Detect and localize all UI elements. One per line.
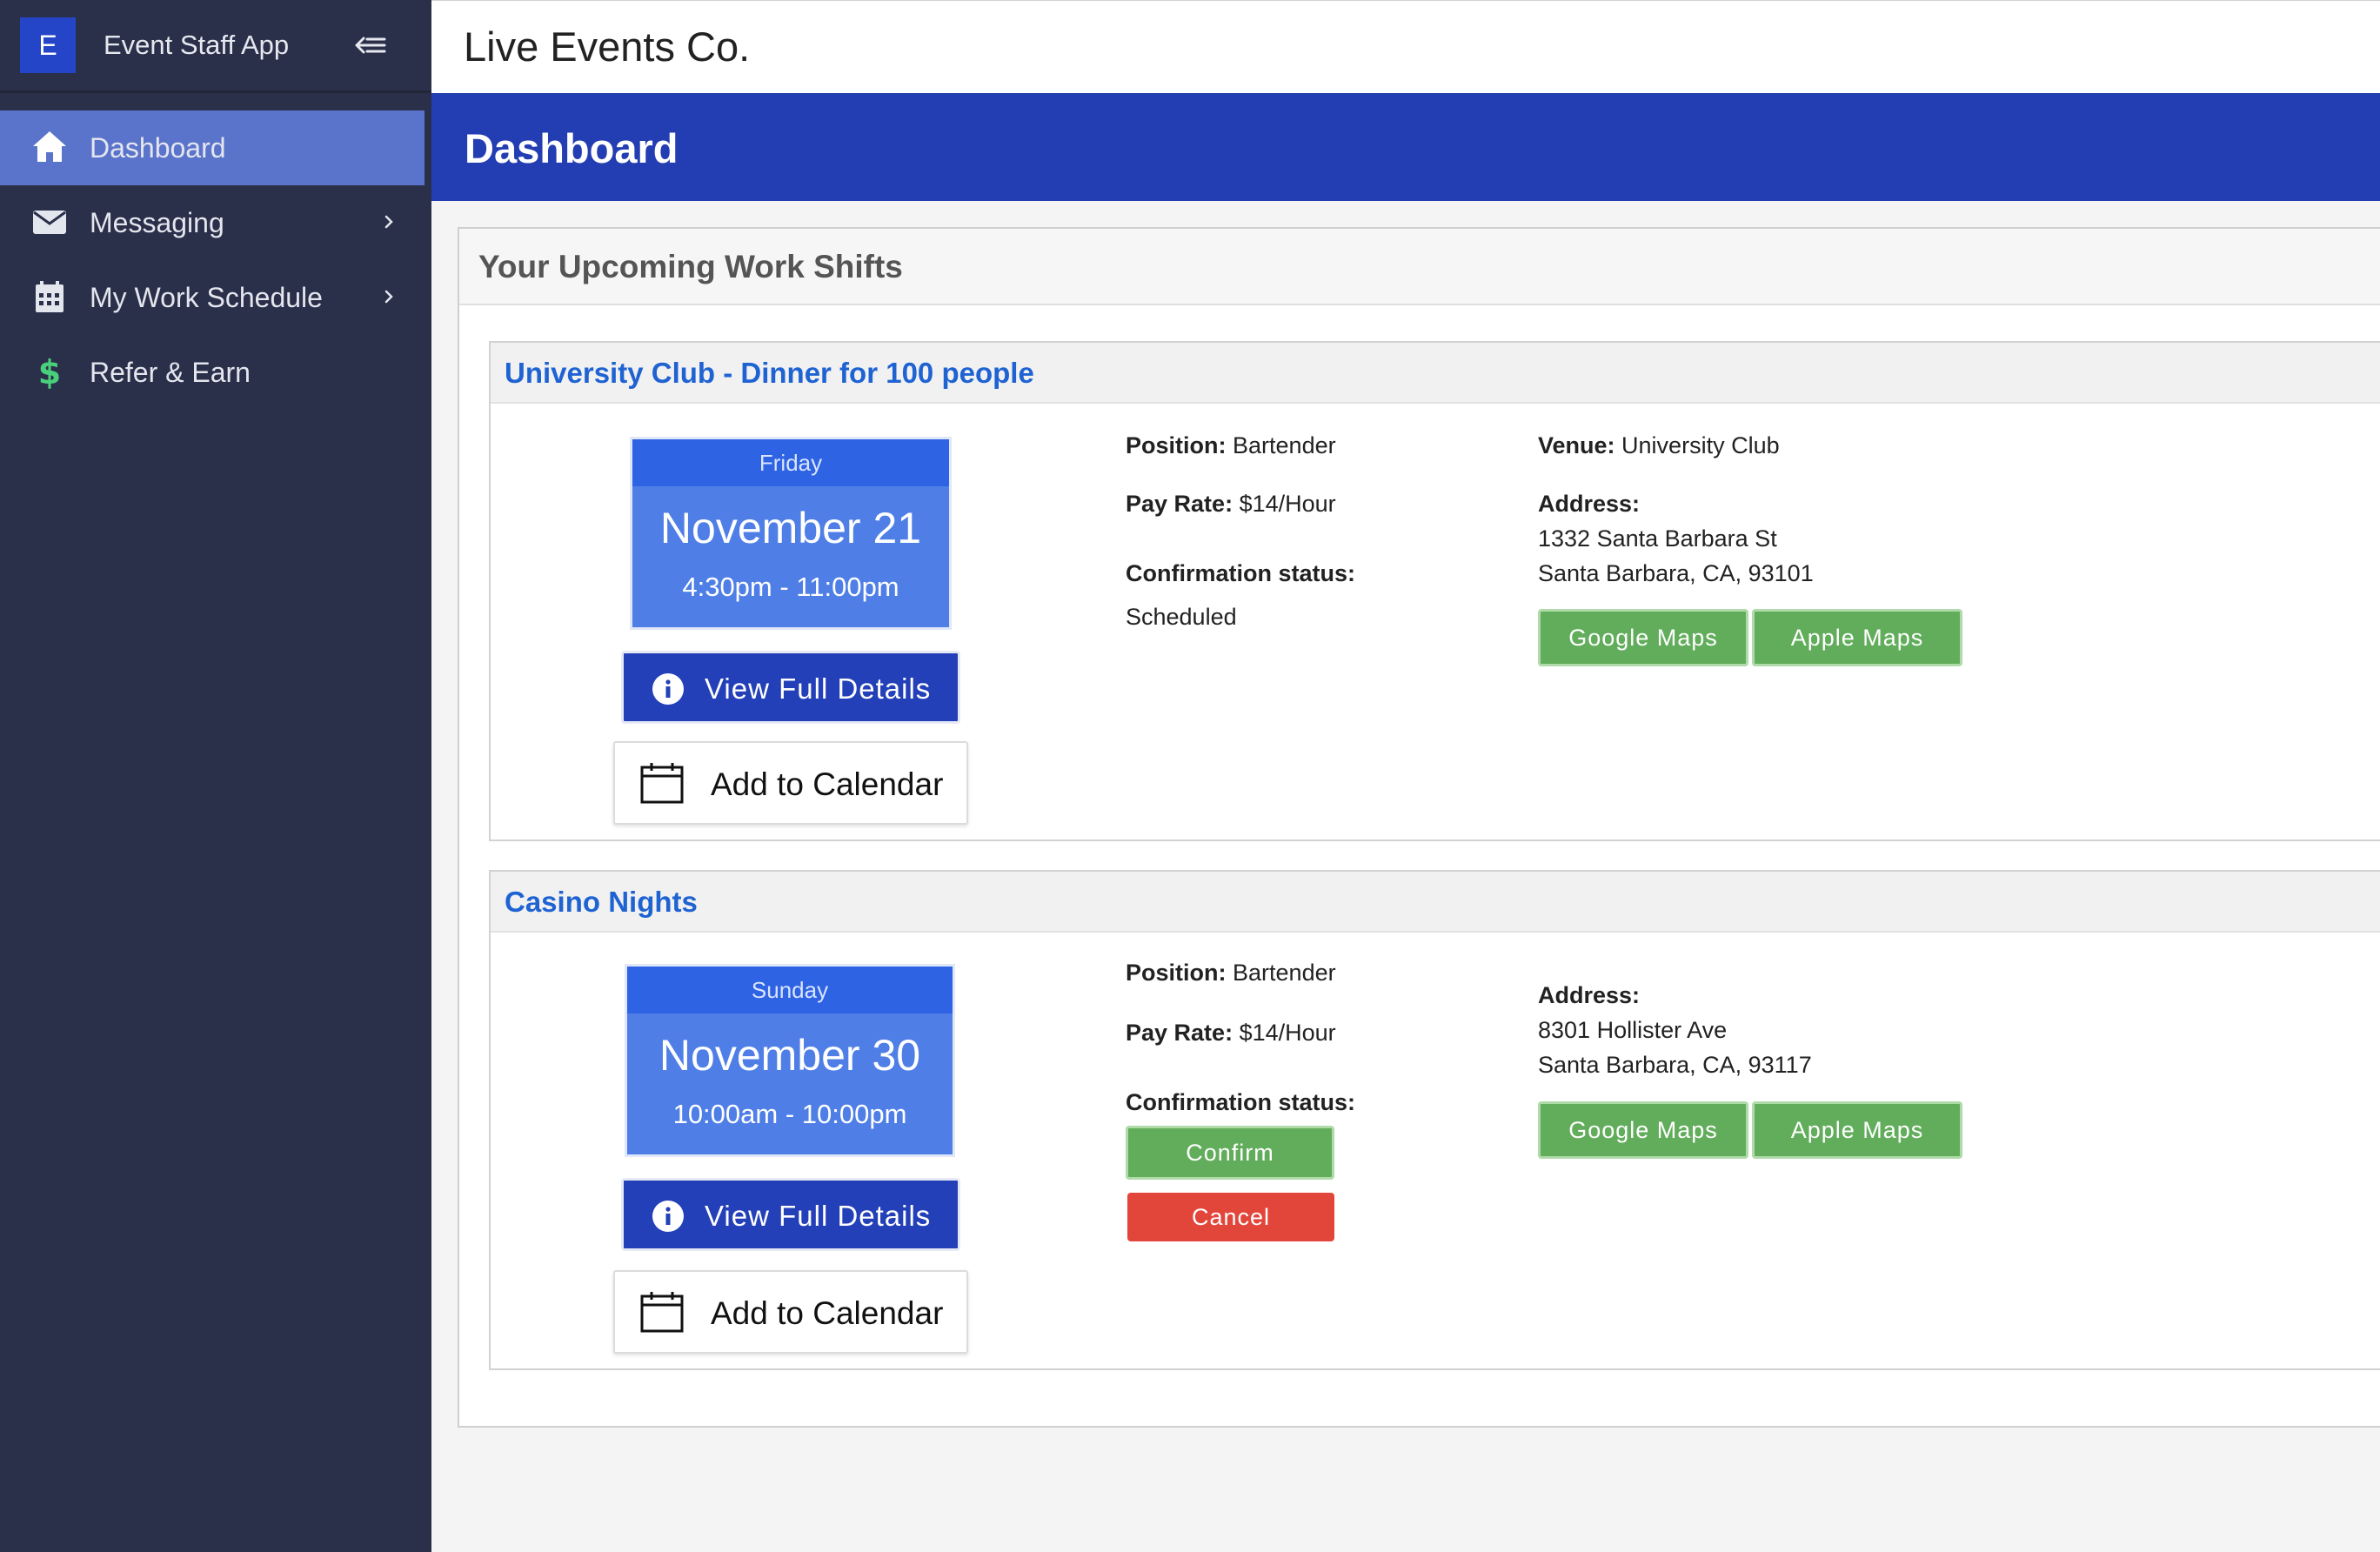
view-full-details-button[interactable]: View Full Details [621,1178,960,1251]
confirmation-status-value: Scheduled [1126,604,1237,630]
position-value: Bartender [1233,432,1336,458]
address-line1: 8301 Hollister Ave [1538,1017,1728,1043]
cancel-button[interactable]: Cancel [1127,1193,1334,1241]
confirmation-status-label: Confirmation status: [1126,558,1355,589]
page-title: Dashboard [465,125,679,171]
shift-title-link[interactable]: University Club - Dinner for 100 people [505,355,1034,391]
venue-field: Venue: University Club [1538,430,1780,461]
collapse-menu-icon[interactable] [353,31,388,59]
pay-rate-value: $14/Hour [1239,491,1336,517]
field-label: Pay Rate: [1126,491,1233,517]
chevron-right-icon [384,290,393,304]
pay-rate-field: Pay Rate: $14/Hour [1126,488,1336,519]
info-icon [652,673,684,705]
svg-text:$: $ [38,353,61,390]
shift-header: Casino Nights [491,872,2380,933]
confirm-button[interactable]: Confirm [1126,1126,1334,1180]
sidebar-item-my-work-schedule[interactable]: My Work Schedule [0,260,425,335]
address-line2: Santa Barbara, CA, 93101 [1538,560,1814,586]
shift-date: November 30 [659,1031,921,1080]
chevron-right-icon [384,215,393,229]
upcoming-shifts-card: Your Upcoming Work Shifts University Clu… [458,227,2380,1428]
field-label: Address: [1538,982,1641,1008]
google-maps-button[interactable]: Google Maps [1538,1101,1748,1159]
field-label: Position: [1126,432,1227,458]
app-name: Event Staff App [104,30,290,60]
field-label: Venue: [1538,432,1615,458]
sidebar-item-refer-earn[interactable]: $ Refer & Earn [0,335,425,410]
calendar-icon [640,1292,684,1333]
field-label: Position: [1126,960,1227,986]
field-label: Confirmation status: [1126,1089,1356,1115]
add-to-calendar-button[interactable]: Add to Calendar [613,1270,968,1354]
sidebar-item-dashboard[interactable]: Dashboard [0,110,425,185]
address-line1: 1332 Santa Barbara St [1538,525,1777,552]
view-full-details-button[interactable]: View Full Details [621,651,960,724]
shift-time: 10:00am - 10:00pm [672,1099,907,1129]
sidebar-item-messaging[interactable]: Messaging [0,185,425,260]
sidebar: E Event Staff App Dashboard Messaging My… [0,0,431,1552]
envelope-icon [33,211,66,234]
home-icon [33,131,66,162]
shift-date: November 21 [659,504,922,552]
field-label: Address: [1538,491,1641,517]
field-label: Pay Rate: [1126,1020,1233,1046]
add-to-calendar-button[interactable]: Add to Calendar [613,741,968,825]
shift-date-box: Friday November 21 4:30pm - 11:00pm [630,437,952,630]
address-label: Address: [1538,980,1640,1011]
position-field: Position: Bartender [1126,957,1336,988]
shift-day: Friday [632,439,949,486]
shift-title-link[interactable]: Casino Nights [505,884,698,920]
info-icon [652,1201,684,1232]
shift-card: Casino Nights Sunday November 30 10:00am… [489,870,2380,1370]
card-title: Your Upcoming Work Shifts [478,249,903,284]
confirmation-status-label: Confirmation status: [1126,1087,1355,1118]
position-field: Position: Bartender [1126,430,1336,461]
sidebar-item-label: Refer & Earn [90,357,251,388]
apple-maps-button[interactable]: Apple Maps [1752,1101,1962,1159]
shift-card: University Club - Dinner for 100 people … [489,341,2380,841]
app-logo[interactable]: E [20,17,76,73]
page-title-banner [431,93,2380,201]
shift-day: Sunday [627,967,953,1013]
address-line2: Santa Barbara, CA, 93117 [1538,1052,1812,1078]
brand-header: E Event Staff App [0,0,431,93]
calendar-icon [640,763,684,804]
button-label: Add to Calendar [711,1295,944,1331]
button-label: Add to Calendar [711,766,944,802]
company-name: Live Events Co. [464,23,751,70]
calendar-icon [36,281,64,312]
sidebar-item-label: Dashboard [90,132,226,164]
field-label: Confirmation status: [1126,560,1356,586]
pay-rate-value: $14/Hour [1239,1020,1336,1046]
pay-rate-field: Pay Rate: $14/Hour [1126,1017,1336,1048]
shift-date-box: Sunday November 30 10:00am - 10:00pm [625,964,955,1157]
shift-header: University Club - Dinner for 100 people [491,343,2380,404]
sidebar-item-label: Messaging [90,207,224,238]
button-label: View Full Details [705,1200,932,1232]
google-maps-button[interactable]: Google Maps [1538,609,1748,666]
position-value: Bartender [1233,960,1336,986]
venue-value: University Club [1621,432,1780,458]
apple-maps-button[interactable]: Apple Maps [1752,609,1962,666]
dollar-icon: $ [38,353,61,390]
button-label: View Full Details [705,672,932,705]
shift-time: 4:30pm - 11:00pm [682,572,899,602]
address-label: Address: [1538,488,1640,519]
sidebar-item-label: My Work Schedule [90,282,323,313]
card-header: Your Upcoming Work Shifts [459,229,2380,305]
